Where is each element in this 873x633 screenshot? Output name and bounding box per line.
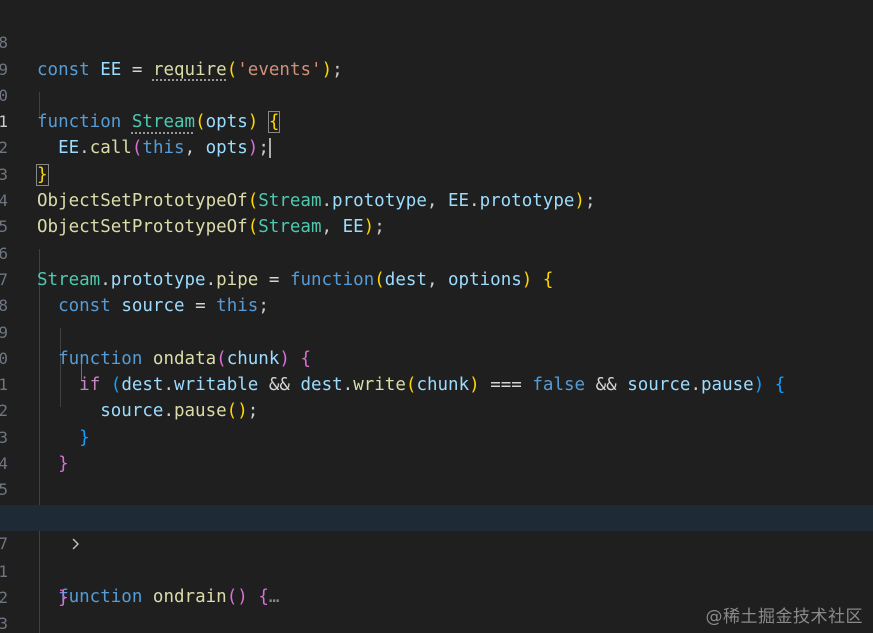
code-line[interactable]: 9 function ondata(chunk) { bbox=[0, 293, 873, 369]
code-line[interactable]: 6 Stream.prototype.pipe = function(dest,… bbox=[0, 214, 873, 290]
code-line[interactable]: 2 } bbox=[0, 109, 873, 186]
code-line[interactable]: 1 source.pause(); bbox=[0, 346, 873, 421]
code-line[interactable]: 7 const source = this; bbox=[0, 241, 873, 316]
code-line[interactable]: 8 const EE = require('events'); bbox=[0, 4, 873, 79]
code-line[interactable]: 0 function Stream(opts) { bbox=[0, 57, 873, 134]
code-line[interactable]: 4 ObjectSetPrototypeOf(Stream, EE); bbox=[0, 162, 873, 237]
code-line[interactable]: 2 bbox=[0, 559, 873, 607]
code-editor[interactable]: 8 const EE = require('events'); 9 0 func… bbox=[0, 0, 873, 633]
code-line[interactable]: 4 bbox=[0, 425, 873, 473]
watermark: @稀土掘金技术社区 bbox=[705, 607, 863, 627]
code-line-active[interactable]: 1 EE.call(this, opts); bbox=[0, 83, 873, 159]
code-line[interactable]: 1 } bbox=[0, 532, 873, 608]
code-line[interactable]: 9 bbox=[0, 30, 873, 79]
code-line[interactable]: 8 bbox=[0, 267, 873, 315]
code-line[interactable]: 3 ObjectSetPrototypeOf(Stream.prototype,… bbox=[0, 136, 873, 211]
code-line[interactable]: 6 bbox=[0, 477, 873, 526]
code-line[interactable]: 2 } bbox=[0, 372, 873, 447]
code-line[interactable]: 0 if (dest.writable && dest.write(chunk)… bbox=[0, 320, 873, 395]
code-line[interactable]: 3 } bbox=[0, 399, 873, 474]
code-line-folded[interactable]: 7 function ondrain() {… bbox=[0, 505, 873, 607]
code-line[interactable]: 5 bbox=[0, 188, 873, 236]
code-line[interactable]: 5 source.on('data', ondata); bbox=[0, 451, 873, 526]
